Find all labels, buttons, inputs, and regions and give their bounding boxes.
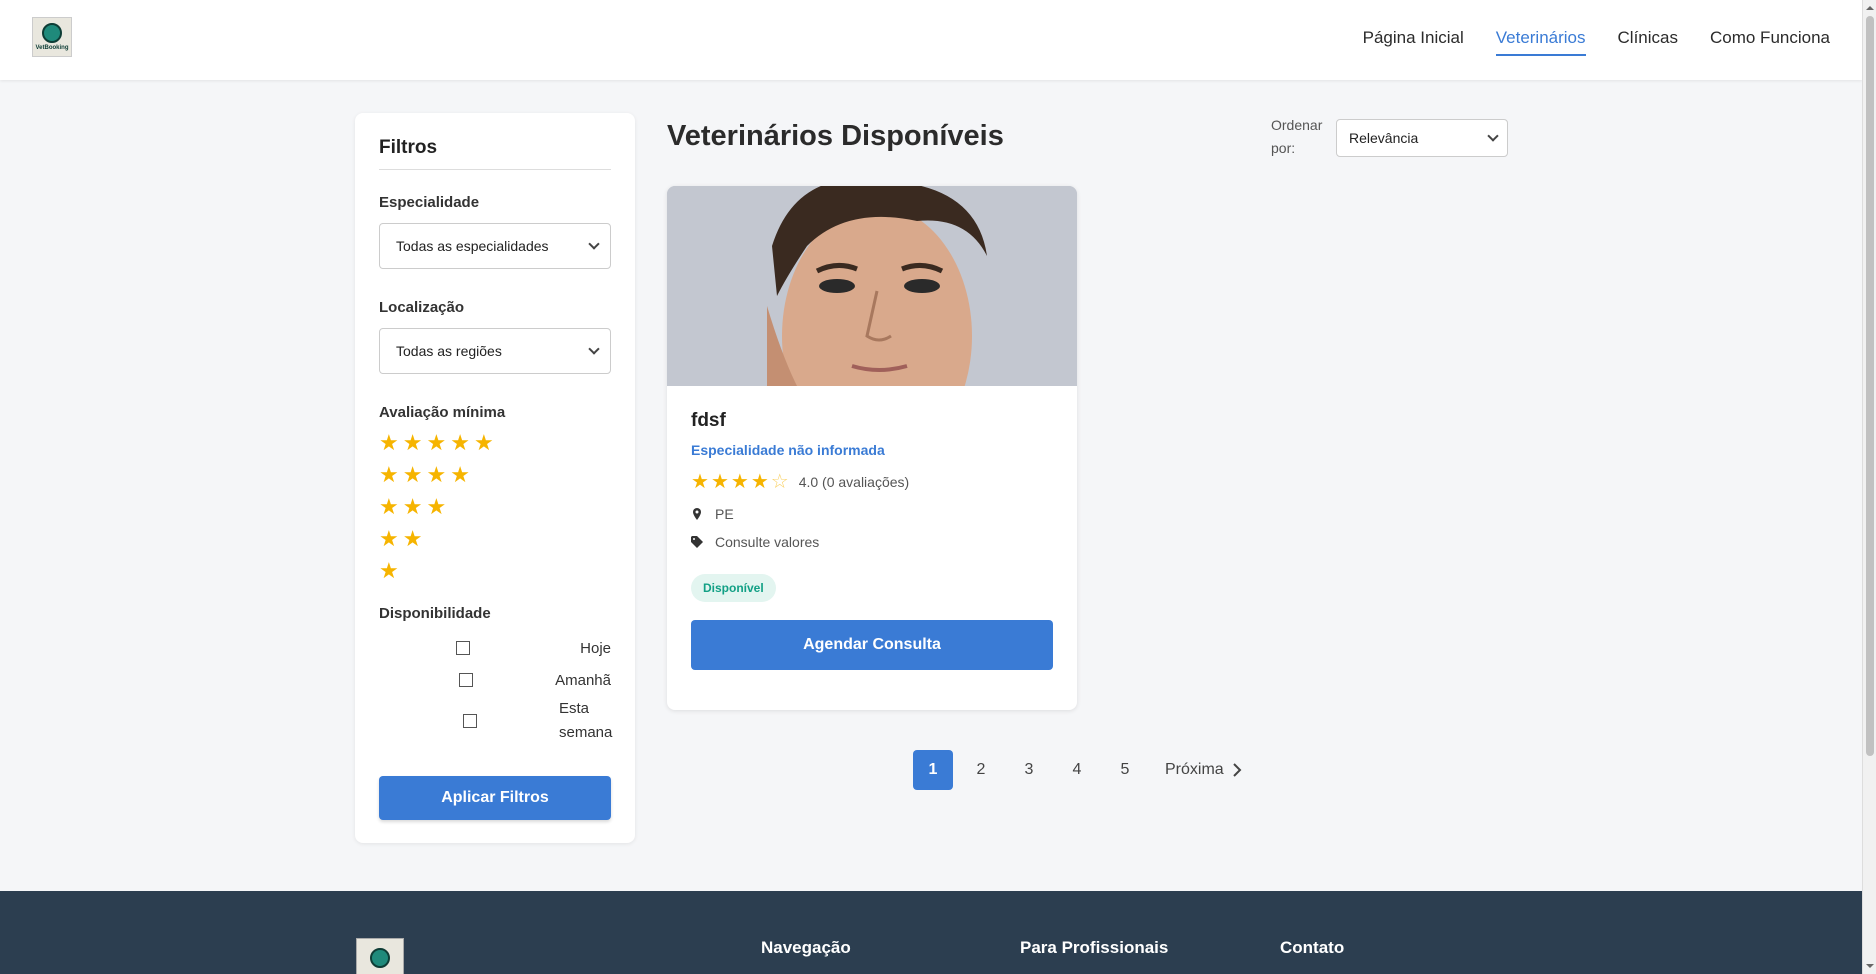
- rating-filter: ★ ★ ★ ★ ★ ★ ★ ★ ★ ★ ★ ★ ★ ★ ★: [379, 427, 611, 587]
- tag-icon: [691, 536, 703, 548]
- vet-specialty: Especialidade não informada: [691, 442, 885, 458]
- next-page-label: Próxima: [1165, 761, 1224, 778]
- apply-filters-button[interactable]: Aplicar Filtros: [379, 776, 611, 820]
- specialty-label: Especialidade: [379, 194, 480, 211]
- filters-panel: Filtros Especialidade Todas as especiali…: [355, 113, 635, 843]
- star-icon: ★: [379, 462, 399, 487]
- top-navbar: VetBooking Página Inicial Veterinários C…: [0, 0, 1862, 80]
- nav-clinics[interactable]: Clínicas: [1618, 28, 1678, 56]
- pagination: 1 2 3 4 5 Próxima: [913, 750, 1254, 790]
- vet-rating: ★ ★ ★ ★ ☆ 4.0 (0 avaliações): [691, 472, 1053, 492]
- availability-label: Disponibilidade: [379, 605, 491, 622]
- vet-location: PE: [691, 506, 1053, 522]
- status-badge: Disponível: [691, 574, 776, 602]
- rating-option-3[interactable]: ★ ★ ★: [379, 491, 611, 523]
- star-icon: ★: [691, 471, 709, 493]
- rating-option-5[interactable]: ★ ★ ★ ★ ★: [379, 427, 611, 459]
- star-outline-icon: ☆: [770, 471, 789, 493]
- sort-label: Ordenar por:: [1271, 117, 1323, 156]
- availability-option-this-week[interactable]: Esta semana: [379, 696, 613, 746]
- page-5[interactable]: 5: [1105, 750, 1145, 790]
- main-nav: Página Inicial Veterinários Clínicas Com…: [1363, 28, 1830, 56]
- rating-option-1[interactable]: ★: [379, 555, 611, 587]
- nav-home[interactable]: Página Inicial: [1363, 28, 1464, 56]
- location-label: Localização: [379, 299, 465, 316]
- star-icon: ★: [473, 430, 494, 455]
- footer-heading-professionals: Para Profissionais: [1020, 938, 1169, 957]
- chevron-down-icon: [588, 343, 600, 355]
- footer: Navegação Para Profissionais Contato: [0, 891, 1862, 974]
- sort-value: Relevância: [1349, 130, 1419, 146]
- next-page-button[interactable]: Próxima: [1153, 750, 1254, 790]
- footer-heading-contact: Contato: [1280, 938, 1345, 957]
- page-1[interactable]: 1: [913, 750, 953, 790]
- filters-title: Filtros: [379, 137, 611, 170]
- star-icon: ★: [426, 430, 447, 455]
- location-value: Todas as regiões: [396, 343, 502, 359]
- logo-mark-icon: [42, 23, 62, 43]
- star-icon: ★: [730, 471, 749, 493]
- star-icon: ★: [379, 558, 399, 583]
- map-pin-icon: [693, 508, 701, 520]
- logo-text: VetBooking: [35, 45, 69, 51]
- star-icon: ★: [710, 471, 729, 493]
- star-icon: ★: [750, 471, 769, 493]
- page-title: Veterinários Disponíveis: [667, 120, 1004, 152]
- vet-card: fdsf Especialidade não informada ★ ★ ★ ★…: [667, 186, 1077, 710]
- vet-location-text: PE: [715, 506, 734, 522]
- star-icon: ★: [402, 430, 423, 455]
- scrollbar-thumb[interactable]: [1866, 16, 1874, 756]
- checkbox[interactable]: [459, 673, 474, 687]
- vet-portrait-image: [667, 186, 1077, 386]
- rating-label: Avaliação mínima: [379, 404, 506, 421]
- chevron-down-icon: [1487, 130, 1499, 142]
- chevron-right-icon: [1232, 763, 1242, 777]
- footer-logo[interactable]: [356, 938, 404, 974]
- rating-text: 4.0 (0 avaliações): [798, 474, 910, 490]
- logo-mark-icon: [370, 948, 390, 968]
- availability-filter: Hoje Amanhã Esta semana: [379, 632, 613, 746]
- rating-option-4[interactable]: ★ ★ ★ ★: [379, 459, 611, 491]
- star-icon: ★: [426, 494, 447, 519]
- page-4[interactable]: 4: [1057, 750, 1097, 790]
- star-icon: ★: [402, 462, 423, 487]
- vertical-scrollbar[interactable]: [1862, 0, 1876, 974]
- star-icon: ★: [402, 526, 423, 551]
- scroll-down-icon[interactable]: [1866, 962, 1874, 970]
- site-logo[interactable]: VetBooking: [32, 17, 72, 57]
- availability-option-tomorrow[interactable]: Amanhã: [379, 664, 611, 696]
- star-icon: ★: [402, 494, 423, 519]
- page-2[interactable]: 2: [961, 750, 1001, 790]
- rating-option-2[interactable]: ★ ★: [379, 523, 611, 555]
- star-icon: ★: [426, 462, 447, 487]
- availability-option-today[interactable]: Hoje: [379, 632, 611, 664]
- sort-select[interactable]: Relevância: [1336, 119, 1508, 157]
- nav-veterinarians[interactable]: Veterinários: [1495, 28, 1586, 56]
- footer-heading-navigation: Navegação: [761, 938, 851, 957]
- vet-photo: [667, 186, 1077, 386]
- vet-price-text: Consulte valores: [715, 534, 820, 550]
- checkbox[interactable]: [463, 714, 477, 728]
- checkbox[interactable]: [456, 641, 471, 655]
- star-icon: ★: [379, 430, 399, 455]
- vet-name[interactable]: fdsf: [691, 410, 1053, 432]
- nav-how-it-works[interactable]: Como Funciona: [1710, 28, 1830, 56]
- specialty-select[interactable]: Todas as especialidades: [379, 223, 611, 269]
- vet-price: Consulte valores: [691, 534, 1053, 550]
- availability-option-label: Esta semana: [559, 700, 613, 741]
- location-select[interactable]: Todas as regiões: [379, 328, 611, 374]
- scroll-up-icon[interactable]: [1866, 4, 1874, 12]
- specialty-value: Todas as especialidades: [396, 238, 549, 254]
- star-icon: ★: [450, 462, 470, 487]
- chevron-down-icon: [588, 238, 600, 250]
- star-icon: ★: [450, 430, 470, 455]
- page-3[interactable]: 3: [1009, 750, 1049, 790]
- star-icon: ★: [379, 494, 399, 519]
- star-icon: ★: [379, 526, 399, 551]
- book-appointment-button[interactable]: Agendar Consulta: [691, 620, 1053, 670]
- availability-option-label: Hoje: [580, 639, 611, 657]
- vet-card-body: fdsf Especialidade não informada ★ ★ ★ ★…: [667, 386, 1077, 694]
- availability-option-label: Amanhã: [555, 671, 611, 689]
